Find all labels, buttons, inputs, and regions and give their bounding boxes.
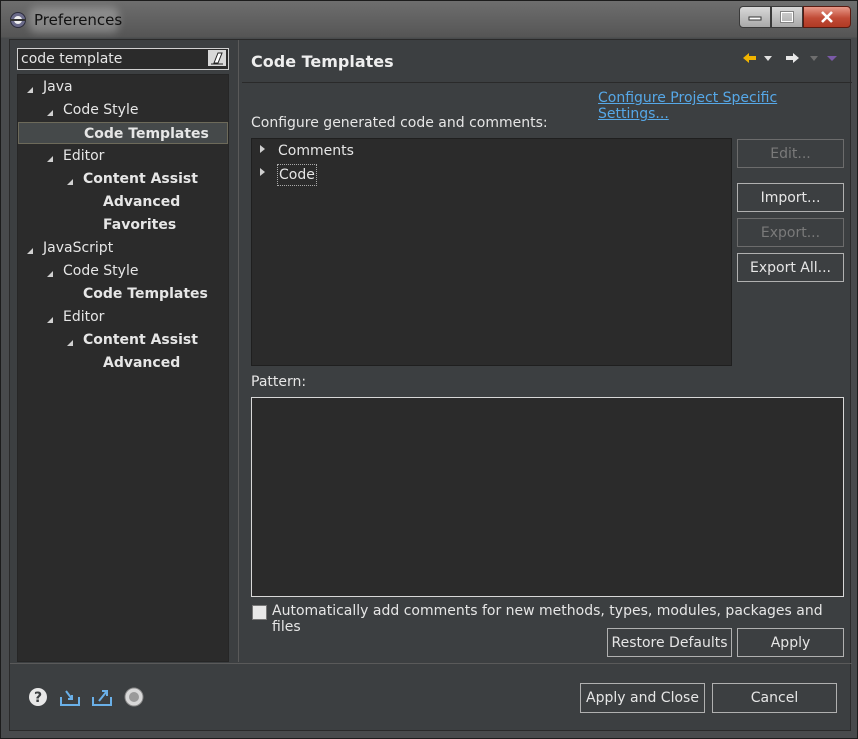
apply-and-close-button[interactable]: Apply and Close [580,683,705,713]
forward-arrow-icon[interactable] [786,53,799,63]
navigation-toolbar [743,53,837,63]
page-title: Code Templates [251,52,394,71]
export-preferences-button[interactable] [91,686,113,708]
maximize-icon [780,11,794,23]
maximize-button[interactable] [771,6,803,28]
restore-defaults-button[interactable]: Restore Defaults [607,628,732,657]
pattern-editor[interactable] [251,397,844,597]
configure-label: Configure generated code and comments: [251,115,548,131]
tree-item-content-assist[interactable]: Content Assist [83,168,198,190]
back-arrow-icon[interactable] [743,53,756,63]
tree-item-content-assist[interactable]: Content Assist [83,329,198,351]
template-category-code[interactable]: Code [277,164,317,186]
window-title: Preferences [34,11,123,29]
import-button[interactable]: Import... [737,183,844,212]
tree-item-code-style[interactable]: Code Style [63,99,138,121]
tree-item-code-style[interactable]: Code Style [63,260,138,282]
tree-item-editor[interactable]: Editor [63,145,104,167]
oomph-recorder-button[interactable] [123,686,145,708]
tree-item-code-templates[interactable]: Code Templates [18,122,228,144]
view-menu-icon[interactable] [827,56,837,61]
tree-item-advanced[interactable]: Advanced [103,352,180,374]
expanded-arrow-icon[interactable] [27,243,33,254]
expanded-arrow-icon[interactable] [47,312,53,323]
tree-item-java[interactable]: Java [43,76,73,98]
forward-dropdown-icon[interactable] [810,56,818,61]
expanded-arrow-icon[interactable] [47,105,53,116]
tree-item-editor[interactable]: Editor [63,306,104,328]
export-button[interactable]: Export... [737,218,844,247]
vertical-splitter[interactable] [238,40,239,662]
help-button[interactable]: ? [27,686,49,708]
expanded-arrow-icon[interactable] [27,82,33,93]
filter-box [17,48,229,70]
expand-code-icon[interactable] [260,168,265,176]
templates-tree: Comments Code [251,138,732,366]
back-dropdown-icon[interactable] [764,56,772,61]
close-window-button[interactable] [803,6,851,28]
eraser-icon [211,52,223,65]
close-icon [821,11,833,23]
project-specific-settings-link[interactable]: Configure Project Specific Settings... [598,90,850,122]
tree-item-code-templates[interactable]: Code Templates [83,283,208,305]
filter-input[interactable] [18,49,207,69]
export-all-button[interactable]: Export All... [737,253,844,282]
preferences-window: Preferences JavaCode StyleCode Templates… [0,0,858,739]
import-preferences-icon [60,690,80,706]
tree-item-advanced[interactable]: Advanced [103,191,180,213]
export-preferences-icon [92,690,112,706]
svg-text:?: ? [34,690,42,706]
minimize-button[interactable] [739,6,771,28]
preference-tree: Java Code Style Code Templates Editor Conten… [17,74,229,662]
expanded-arrow-icon[interactable] [67,335,73,346]
eclipse-app-icon [10,12,26,28]
title-bar[interactable]: Preferences [1,1,858,37]
help-icon: ? [29,688,47,706]
expand-comments-icon[interactable] [260,145,265,153]
minimize-icon [748,16,762,21]
oomph-recorder-icon [124,687,144,707]
apply-button[interactable]: Apply [737,628,844,657]
expanded-arrow-icon[interactable] [47,151,53,162]
import-preferences-button[interactable] [59,686,81,708]
expanded-arrow-icon[interactable] [67,174,73,185]
dialog-body: JavaCode StyleCode TemplatesEditorConten… [9,39,852,731]
auto-comments-checkbox[interactable] [252,605,267,620]
pattern-label: Pattern: [251,374,307,390]
template-category-comments[interactable]: Comments [278,141,354,161]
clear-filter-button[interactable] [208,50,226,66]
tree-item-javascript[interactable]: JavaScript [43,237,113,259]
cancel-button[interactable]: Cancel [712,683,837,713]
expanded-arrow-icon[interactable] [47,266,53,277]
tree-item-favorites[interactable]: Favorites [103,214,176,236]
edit-button[interactable]: Edit... [737,139,844,168]
